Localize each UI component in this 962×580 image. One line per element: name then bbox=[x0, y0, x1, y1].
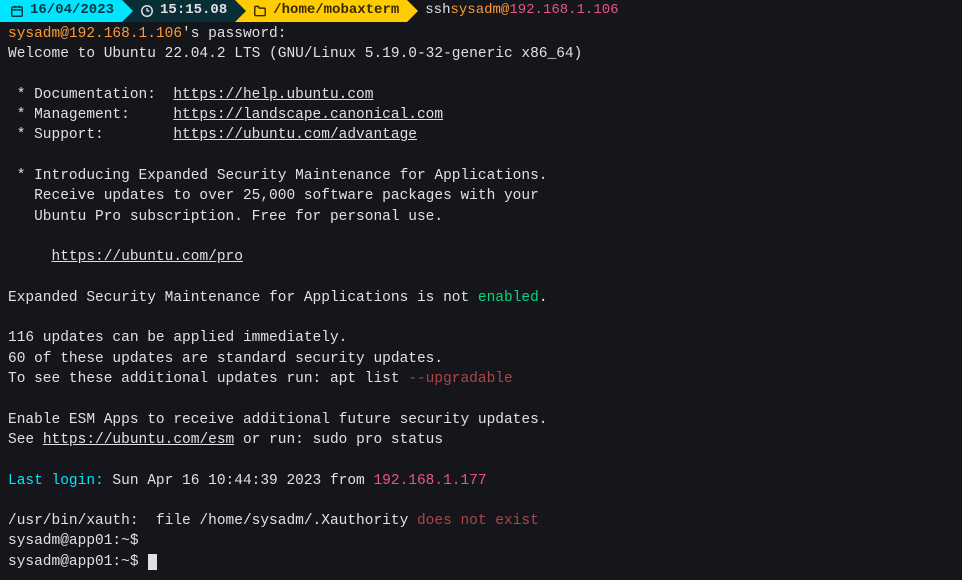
blank-line bbox=[8, 450, 954, 470]
shell-prompt-1[interactable]: sysadm@app01:~$ bbox=[8, 531, 954, 551]
updates-line-3: To see these additional updates run: apt… bbox=[8, 369, 954, 389]
esm-status-line: Expanded Security Maintenance for Applic… bbox=[8, 288, 954, 308]
pro-link[interactable]: https://ubuntu.com/pro bbox=[52, 249, 243, 265]
esm-intro-2: Receive updates to over 25,000 software … bbox=[8, 186, 954, 206]
support-link[interactable]: https://ubuntu.com/advantage bbox=[173, 127, 417, 143]
pro-link-line: https://ubuntu.com/pro bbox=[8, 247, 954, 267]
cursor-icon bbox=[148, 554, 157, 570]
status-command-segment: ssh sysadm@192.168.1.106 bbox=[407, 0, 626, 22]
calendar-icon bbox=[10, 4, 24, 18]
clock-icon bbox=[140, 4, 154, 18]
status-time: 15:15.08 bbox=[160, 1, 227, 21]
upgradable-flag: --upgradable bbox=[408, 371, 512, 387]
blank-line bbox=[8, 227, 954, 247]
status-date-segment: 16/04/2023 bbox=[0, 0, 122, 22]
doc-link[interactable]: https://help.ubuntu.com bbox=[173, 87, 373, 103]
enable-esm-1: Enable ESM Apps to receive additional fu… bbox=[8, 410, 954, 430]
last-login-label: Last login: bbox=[8, 473, 104, 489]
status-date: 16/04/2023 bbox=[30, 1, 114, 21]
esm-intro-3: Ubuntu Pro subscription. Free for person… bbox=[8, 207, 954, 227]
updates-line-2: 60 of these updates are standard securit… bbox=[8, 349, 954, 369]
welcome-line: Welcome to Ubuntu 22.04.2 LTS (GNU/Linux… bbox=[8, 44, 954, 64]
last-login-ip: 192.168.1.177 bbox=[373, 473, 486, 489]
folder-icon bbox=[253, 4, 267, 18]
doc-line: * Documentation: https://help.ubuntu.com bbox=[8, 85, 954, 105]
password-prompt-line: sysadm@192.168.1.106's password: bbox=[8, 24, 954, 44]
terminal-output[interactable]: sysadm@192.168.1.106's password: Welcome… bbox=[0, 22, 962, 580]
support-line: * Support: https://ubuntu.com/advantage bbox=[8, 125, 954, 145]
esm-link[interactable]: https://ubuntu.com/esm bbox=[43, 432, 234, 448]
command-ssh: ssh bbox=[425, 1, 450, 21]
blank-line bbox=[8, 268, 954, 288]
command-at: @ bbox=[501, 1, 509, 21]
shell-prompt-2[interactable]: sysadm@app01:~$ bbox=[8, 552, 954, 572]
enabled-word: enabled bbox=[478, 290, 539, 306]
status-bar: 16/04/2023 15:15.08 /home/mobaxterm ssh … bbox=[0, 0, 962, 22]
mgmt-line: * Management: https://landscape.canonica… bbox=[8, 105, 954, 125]
last-login-line: Last login: Sun Apr 16 10:44:39 2023 fro… bbox=[8, 471, 954, 491]
blank-line bbox=[8, 491, 954, 511]
esm-intro-1: * Introducing Expanded Security Maintena… bbox=[8, 166, 954, 186]
mgmt-link[interactable]: https://landscape.canonical.com bbox=[173, 107, 443, 123]
blank-line bbox=[8, 389, 954, 409]
updates-line-1: 116 updates can be applied immediately. bbox=[8, 328, 954, 348]
xauth-error: does not exist bbox=[417, 513, 539, 529]
command-user: sysadm bbox=[450, 1, 500, 21]
status-time-segment: 15:15.08 bbox=[122, 0, 235, 22]
xauth-line: /usr/bin/xauth: file /home/sysadm/.Xauth… bbox=[8, 511, 954, 531]
status-path: /home/mobaxterm bbox=[273, 1, 399, 21]
command-ip: 192.168.1.106 bbox=[509, 1, 618, 21]
status-path-segment: /home/mobaxterm bbox=[235, 0, 407, 22]
ssh-user-host: sysadm@192.168.1.106 bbox=[8, 26, 182, 42]
password-prompt-suffix: 's password: bbox=[182, 26, 286, 42]
enable-esm-2: See https://ubuntu.com/esm or run: sudo … bbox=[8, 430, 954, 450]
blank-line bbox=[8, 146, 954, 166]
blank-line bbox=[8, 308, 954, 328]
blank-line bbox=[8, 65, 954, 85]
